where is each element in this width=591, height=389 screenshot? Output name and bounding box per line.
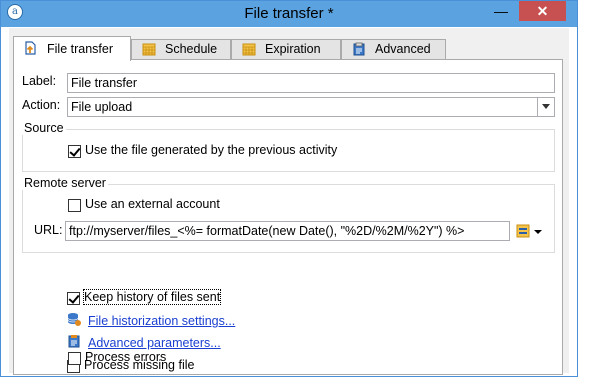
remote-server-group: Remote server Use an external account UR… [22, 176, 555, 253]
process-errors-checkbox[interactable] [68, 352, 81, 365]
label-field[interactable]: File transfer [67, 73, 555, 93]
database-settings-icon [67, 313, 81, 326]
source-group-title: Source [22, 121, 66, 135]
file-historization-settings-link[interactable]: File historization settings... [88, 314, 235, 328]
source-group: Source Use the file generated by the pre… [22, 121, 555, 172]
label-caption: Label: [22, 74, 57, 88]
keep-history-label: Keep history of files sent [82, 289, 222, 305]
process-errors-label: Process errors [85, 350, 167, 364]
action-select-value: File upload [71, 100, 133, 114]
dialog-content: File transfer Schedule Expiration Advanc… [9, 28, 569, 375]
tab-label: Advanced [375, 42, 431, 56]
calendar-icon [142, 43, 156, 56]
external-account-label: Use an external account [85, 197, 220, 211]
use-generated-file-label: Use the file generated by the previous a… [85, 143, 338, 157]
expression-editor-icon[interactable] [516, 224, 530, 238]
url-field[interactable]: ftp://myserver/files_<%= formatDate(new … [65, 221, 510, 241]
advanced-parameters-link[interactable]: Advanced parameters... [88, 336, 221, 350]
close-button[interactable]: ✕ [519, 1, 566, 21]
action-caption: Action: [22, 98, 61, 112]
tab-file-transfer[interactable]: File transfer [13, 36, 131, 61]
tab-expiration[interactable]: Expiration [231, 39, 341, 60]
advanced-parameters-icon [68, 335, 80, 348]
external-account-checkbox[interactable] [68, 199, 81, 212]
tab-advanced[interactable]: Advanced [341, 39, 446, 60]
file-transfer-window: a File transfer * — ✕ File transfer Sche… [0, 0, 578, 377]
tab-label: File transfer [47, 42, 113, 56]
url-caption: URL: [34, 223, 63, 237]
chevron-down-icon[interactable] [534, 230, 542, 234]
tab-label: Schedule [165, 42, 218, 56]
use-generated-file-checkbox[interactable] [68, 145, 81, 158]
tab-label: Expiration [265, 42, 321, 56]
remote-server-group-title: Remote server [22, 176, 108, 190]
minimize-button[interactable]: — [487, 1, 515, 21]
action-select[interactable]: File upload [67, 97, 555, 117]
keep-history-checkbox[interactable] [67, 292, 80, 305]
tab-schedule[interactable]: Schedule [131, 39, 231, 60]
tab-panel-file-transfer: Label: File transfer Action: File upload… [13, 59, 563, 375]
calendar-icon [242, 43, 256, 56]
file-transfer-icon [25, 41, 36, 55]
chevron-down-icon[interactable] [537, 98, 554, 116]
clipboard-icon [353, 42, 365, 56]
title-bar[interactable]: a File transfer * — ✕ [1, 1, 577, 27]
